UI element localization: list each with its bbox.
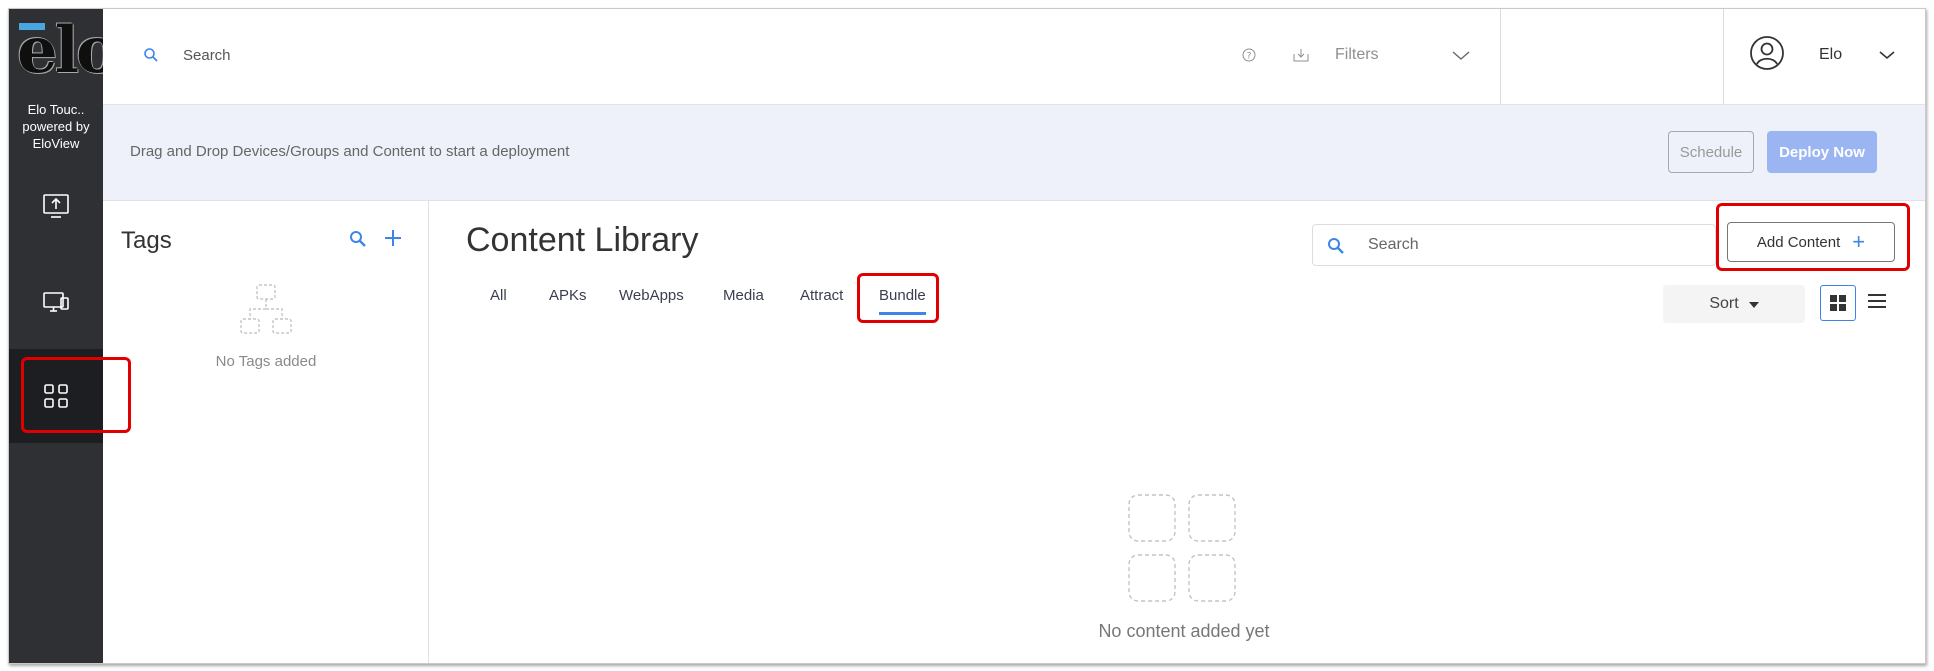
grid-view-toggle[interactable] bbox=[1820, 285, 1856, 321]
add-content-button[interactable]: Add Content + bbox=[1727, 222, 1895, 262]
deploy-now-button[interactable]: Deploy Now bbox=[1767, 131, 1877, 173]
caret-down-icon bbox=[1748, 302, 1759, 308]
tab-bundle[interactable]: Bundle bbox=[879, 287, 926, 315]
help-icon[interactable]: ? bbox=[1242, 48, 1256, 62]
add-tag-icon[interactable] bbox=[383, 228, 403, 248]
tab-media[interactable]: Media bbox=[723, 287, 764, 312]
user-avatar-icon[interactable] bbox=[1749, 35, 1785, 71]
app-window: elo Elo Touc.. powered by EloView Search… bbox=[8, 8, 1926, 664]
plus-icon: + bbox=[1852, 229, 1866, 254]
brand-label: Elo Touc.. powered by EloView bbox=[22, 102, 90, 151]
nav-content[interactable] bbox=[9, 349, 103, 443]
tags-title: Tags bbox=[121, 227, 172, 254]
search-icon bbox=[1328, 238, 1344, 254]
download-icon[interactable] bbox=[1293, 48, 1309, 62]
content-grid-icon bbox=[44, 384, 68, 408]
devices-icon bbox=[43, 292, 69, 312]
grid-view-icon bbox=[1830, 295, 1846, 311]
upload-screen-icon bbox=[43, 194, 69, 218]
page-title: Content Library bbox=[466, 221, 699, 259]
global-search-input[interactable] bbox=[183, 47, 783, 64]
tag-tree-icon bbox=[240, 284, 292, 334]
search-icon[interactable] bbox=[143, 47, 159, 63]
user-name[interactable]: Elo bbox=[1819, 46, 1842, 64]
library-search-input[interactable] bbox=[1368, 236, 1688, 254]
top-bar: ? Filters Elo bbox=[103, 9, 1925, 105]
tab-all[interactable]: All bbox=[490, 287, 507, 312]
nav-deploy[interactable] bbox=[9, 159, 103, 253]
tab-webapps[interactable]: WebApps bbox=[619, 287, 684, 312]
chevron-down-icon[interactable] bbox=[1879, 51, 1895, 61]
tab-attract[interactable]: Attract bbox=[800, 287, 843, 312]
empty-content-icon bbox=[1128, 494, 1236, 602]
tags-panel: Tags No Tags added bbox=[103, 201, 429, 663]
deployment-hint: Drag and Drop Devices/Groups and Content… bbox=[130, 143, 570, 160]
content-library: Content Library Add Content + All APKs W… bbox=[429, 201, 1925, 663]
svg-text:?: ? bbox=[1247, 52, 1252, 62]
filters-dropdown[interactable]: Filters bbox=[1335, 46, 1379, 64]
empty-content-text: No content added yet bbox=[1098, 621, 1270, 641]
nav-devices[interactable] bbox=[9, 255, 103, 349]
schedule-button[interactable]: Schedule bbox=[1668, 131, 1754, 173]
library-search[interactable] bbox=[1312, 224, 1716, 266]
search-icon[interactable] bbox=[349, 230, 367, 248]
tags-empty-text: No Tags added bbox=[215, 353, 317, 370]
list-view-icon[interactable] bbox=[1867, 293, 1887, 309]
left-nav-rail: elo Elo Touc.. powered by EloView bbox=[9, 9, 119, 663]
sort-dropdown[interactable]: Sort bbox=[1663, 285, 1805, 323]
deployment-banner: Drag and Drop Devices/Groups and Content… bbox=[103, 105, 1925, 201]
divider bbox=[1500, 9, 1501, 105]
chevron-down-icon[interactable] bbox=[1452, 51, 1470, 61]
divider bbox=[1723, 9, 1724, 105]
elo-logo: elo bbox=[17, 13, 119, 88]
tab-apks[interactable]: APKs bbox=[549, 287, 587, 312]
